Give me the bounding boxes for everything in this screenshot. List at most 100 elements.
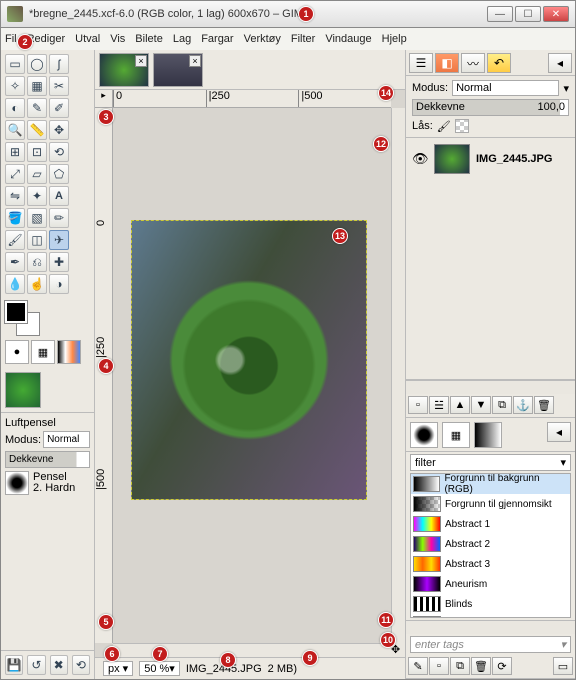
dropdown-icon[interactable]: ▾ (563, 82, 569, 95)
image-tab-1[interactable]: × (99, 53, 149, 87)
tool-blur[interactable]: 💧 (5, 274, 25, 294)
tool-paths[interactable]: ✎ (27, 98, 47, 118)
gradient-row[interactable]: Abstract 2 (411, 534, 570, 554)
filter-field[interactable]: filter▾ (410, 454, 571, 471)
pattern-indicator[interactable]: ▦ (31, 340, 55, 364)
tool-pencil[interactable]: ✏ (49, 208, 69, 228)
layer-delete-button[interactable]: 🗑 (534, 396, 554, 414)
layer-up-button[interactable]: ▲ (450, 396, 470, 414)
dropdown-icon[interactable]: ▾ (560, 638, 566, 651)
layer-anchor-button[interactable]: ⚓ (513, 396, 533, 414)
tool-cage[interactable]: ✦ (27, 186, 47, 206)
gradient-row[interactable]: Abstract 3 (411, 554, 570, 574)
tab-menu-icon[interactable]: ◂ (547, 422, 571, 442)
layer-mode-select[interactable]: Normal (452, 80, 559, 96)
tool-ellipse-select[interactable]: ◯ (27, 54, 47, 74)
canvas[interactable] (131, 220, 367, 500)
tab-paths-icon[interactable]: 〰 (461, 53, 485, 73)
tags-field[interactable]: enter tags▾ (410, 636, 571, 653)
menu-fargar[interactable]: Fargar (201, 33, 233, 45)
dup-gradient-button[interactable]: ⧉ (450, 657, 470, 675)
delete-gradient-button[interactable]: 🗑 (471, 657, 491, 675)
tool-shear[interactable]: ▱ (27, 164, 47, 184)
gradient-row[interactable]: Forgrunn til bakgrunn (RGB) (411, 474, 570, 494)
layer-down-button[interactable]: ▼ (471, 396, 491, 414)
tool-text[interactable]: A (49, 186, 69, 206)
ruler-corner[interactable]: ▸ (95, 90, 113, 108)
tool-blend[interactable]: ▧ (27, 208, 47, 228)
layer-group-button[interactable]: ☱ (429, 396, 449, 414)
tab-layers-icon[interactable]: ☰ (409, 53, 433, 73)
menu-utval[interactable]: Utval (75, 33, 100, 45)
save-options-button[interactable]: 💾 (5, 655, 23, 675)
tool-scissors[interactable]: ✂ (49, 76, 69, 96)
opacity-slider[interactable]: Dekkevne (5, 451, 90, 468)
gradient-row[interactable]: Forgrunn til gjennomsikt (411, 494, 570, 514)
tool-heal[interactable]: ✚ (49, 252, 69, 272)
tool-ink[interactable]: ✒ (5, 252, 25, 272)
new-gradient-button[interactable]: ▫ (429, 657, 449, 675)
brush-indicator[interactable]: ● (5, 340, 29, 364)
layer-row[interactable]: 👁 IMG_2445.JPG (410, 142, 571, 176)
mode-select[interactable]: Normal (43, 431, 90, 448)
menu-vindauge[interactable]: Vindauge (325, 33, 371, 45)
tab-channels-icon[interactable]: ◧ (435, 53, 459, 73)
tool-zoom[interactable]: 🔍 (5, 120, 25, 140)
reset-options-button[interactable]: ⟲ (72, 655, 90, 675)
tool-clone[interactable]: ⎌ (27, 252, 47, 272)
brush-swatch[interactable] (5, 471, 29, 495)
tool-bucket[interactable]: 🪣 (5, 208, 25, 228)
gradient-row[interactable]: Blue Green (411, 614, 570, 618)
tool-scale[interactable]: ⤢ (5, 164, 25, 184)
ruler-horizontal[interactable]: 0|250|500 (113, 90, 391, 108)
gradient-row[interactable]: Aneurism (411, 574, 570, 594)
eye-icon[interactable]: 👁 (412, 151, 428, 167)
tool-align[interactable]: ⊞ (5, 142, 25, 162)
layer-name[interactable]: IMG_2445.JPG (476, 153, 552, 165)
tool-lasso[interactable]: ʃ (49, 54, 69, 74)
lock-pixels-icon[interactable]: 🖌 (437, 120, 451, 133)
refresh-gradient-button[interactable]: ⟳ (492, 657, 512, 675)
tool-brush[interactable]: 🖌 (5, 230, 25, 250)
dropdown-icon[interactable]: ▾ (560, 456, 566, 469)
menu-vis[interactable]: Vis (110, 33, 125, 45)
menu-hjelp[interactable]: Hjelp (382, 33, 407, 45)
ruler-vertical[interactable]: 0|250|500 (95, 108, 113, 643)
close-button[interactable]: ✕ (543, 6, 569, 22)
tool-picker[interactable]: ✐ (49, 98, 69, 118)
tool-eraser[interactable]: ◫ (27, 230, 47, 250)
tab-undo-icon[interactable]: ↶ (487, 53, 511, 73)
lock-alpha-icon[interactable] (455, 119, 469, 133)
image-tab-2[interactable]: × (153, 53, 203, 87)
restore-options-button[interactable]: ↺ (27, 655, 45, 675)
layer-dup-button[interactable]: ⧉ (492, 396, 512, 414)
tool-move[interactable]: ✥ (49, 120, 69, 140)
tool-flip[interactable]: ⇋ (5, 186, 25, 206)
fg-color-swatch[interactable] (5, 301, 27, 323)
tab-close-icon[interactable]: × (189, 55, 201, 67)
tool-fuzzy-select[interactable]: ✧ (5, 76, 25, 96)
tool-rect-select[interactable]: ▭ (5, 54, 25, 74)
tool-perspective[interactable]: ⬠ (49, 164, 69, 184)
delete-options-button[interactable]: ✖ (50, 655, 68, 675)
tool-crop[interactable]: ⊡ (27, 142, 47, 162)
tool-foreground[interactable]: ◐ (5, 98, 25, 118)
zoom-view-button[interactable]: ▭ (553, 657, 573, 675)
unit-select[interactable]: px ▾ (103, 661, 133, 676)
new-layer-button[interactable]: ▫ (408, 396, 428, 414)
menu-lag[interactable]: Lag (173, 33, 191, 45)
menu-bilete[interactable]: Bilete (135, 33, 163, 45)
tab-menu-icon[interactable]: ◂ (548, 53, 572, 73)
tab-brushes-icon[interactable] (410, 422, 438, 448)
tool-rotate[interactable]: ⟲ (49, 142, 69, 162)
menu-fil[interactable]: Fil (5, 33, 17, 45)
tab-patterns-icon[interactable]: ▦ (442, 422, 470, 448)
zoom-select[interactable]: 50 %▾ (139, 661, 180, 676)
scrollbar-vertical[interactable] (391, 108, 405, 643)
tool-airbrush[interactable]: ✈ (49, 230, 69, 250)
gradient-indicator[interactable] (57, 340, 81, 364)
layers-scroll[interactable] (406, 380, 575, 394)
edit-gradient-button[interactable]: ✎ (408, 657, 428, 675)
gradient-row[interactable]: Blinds (411, 594, 570, 614)
tool-dodge[interactable]: ◑ (49, 274, 69, 294)
